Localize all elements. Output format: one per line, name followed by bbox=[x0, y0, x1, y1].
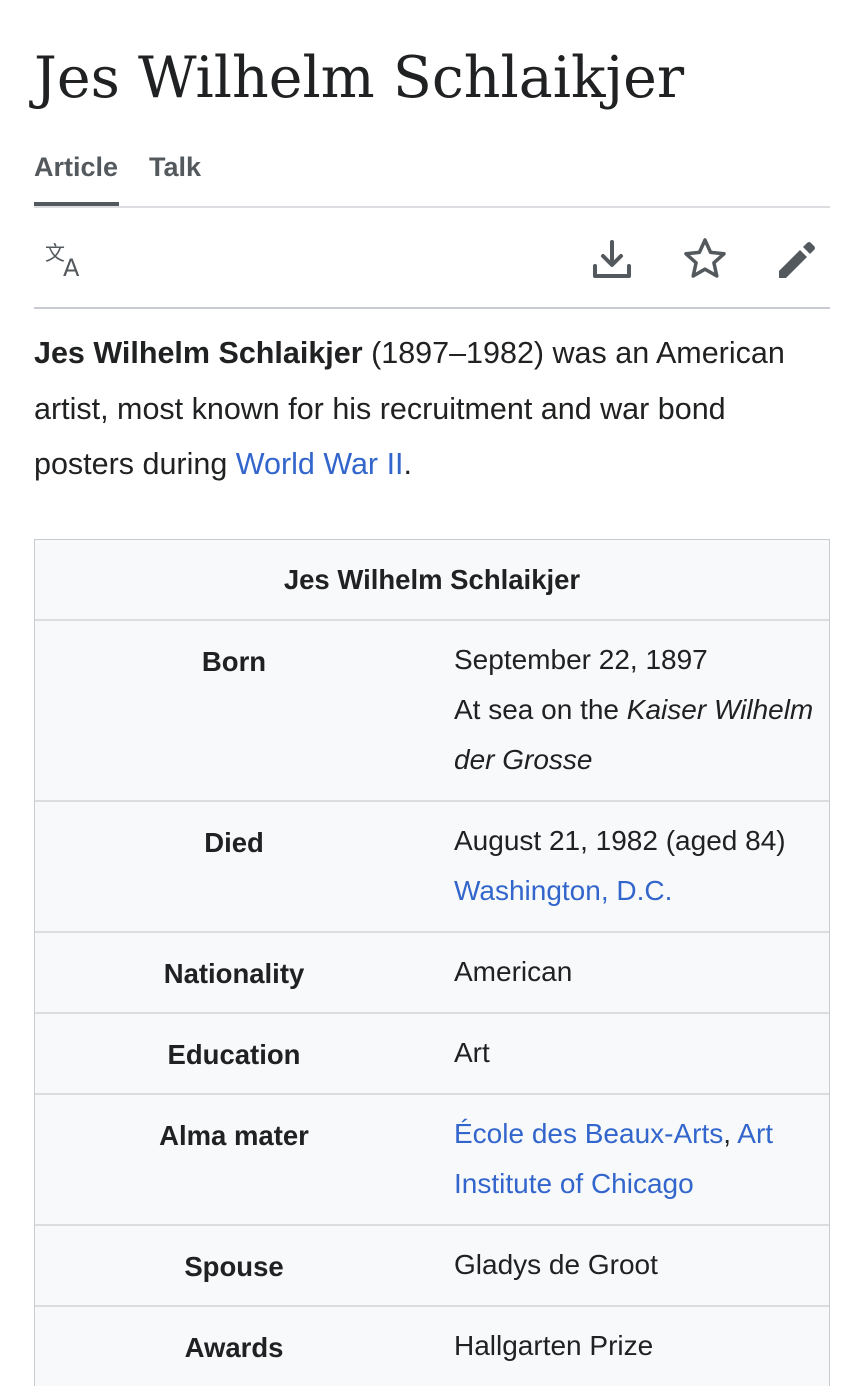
infobox-label-education: Education bbox=[167, 1039, 301, 1070]
died-date: August 21, 1982 (aged 84) bbox=[454, 825, 786, 856]
svg-text:A: A bbox=[63, 254, 80, 282]
edit-pencil-icon[interactable] bbox=[774, 236, 820, 282]
tab-article[interactable]: Article bbox=[34, 146, 119, 206]
born-place: At sea on the Kaiser Wilhelm der Grosse bbox=[454, 685, 824, 785]
infobox-label-spouse: Spouse bbox=[184, 1251, 284, 1282]
translate-icon[interactable]: 文 A bbox=[42, 236, 88, 282]
page-title: Jes Wilhelm Schlaikjer bbox=[34, 45, 685, 111]
born-place-prefix: At sea on the bbox=[454, 694, 627, 725]
infobox-label-born: Born bbox=[201, 646, 267, 677]
svg-text:文: 文 bbox=[45, 241, 65, 265]
page-actions-toolbar: 文 A bbox=[34, 208, 830, 309]
world-war-ii-link[interactable]: World War II bbox=[236, 447, 404, 481]
infobox-value-spouse: Gladys de Groot bbox=[454, 1249, 658, 1280]
ecole-des-beaux-arts-link[interactable]: École des Beaux-Arts bbox=[454, 1118, 723, 1149]
infobox: Jes Wilhelm Schlaikjer Born September 22… bbox=[34, 539, 830, 1386]
infobox-row-died: Died August 21, 1982 (aged 84) Washingto… bbox=[35, 802, 829, 933]
infobox-value-born: September 22, 1897 At sea on the Kaiser … bbox=[454, 635, 824, 785]
infobox-row-alma-mater: Alma mater École des Beaux-Arts, Art Ins… bbox=[35, 1095, 829, 1226]
infobox-label-died: Died bbox=[204, 827, 264, 858]
infobox-label-nationality: Nationality bbox=[163, 958, 305, 989]
infobox-value-alma-mater: École des Beaux-Arts, Art Institute of C… bbox=[454, 1109, 824, 1209]
infobox-row-spouse: Spouse Gladys de Groot bbox=[35, 1226, 829, 1307]
infobox-label-alma-mater: Alma mater bbox=[159, 1120, 309, 1151]
star-icon[interactable] bbox=[682, 236, 728, 282]
page-tabs: Article Talk bbox=[34, 146, 830, 208]
infobox-value-education: Art bbox=[454, 1037, 490, 1068]
download-icon[interactable] bbox=[589, 236, 635, 282]
infobox-row-awards: Awards Hallgarten Prize bbox=[35, 1307, 829, 1388]
lead-paragraph: Jes Wilhelm Schlaikjer (1897–1982) was a… bbox=[34, 326, 830, 493]
infobox-row-born: Born September 22, 1897 At sea on the Ka… bbox=[35, 621, 829, 802]
infobox-caption: Jes Wilhelm Schlaikjer bbox=[35, 540, 829, 621]
infobox-row-education: Education Art bbox=[35, 1014, 829, 1095]
born-date: September 22, 1897 bbox=[454, 644, 708, 675]
washington-dc-link[interactable]: Washington, D.C. bbox=[454, 875, 672, 906]
infobox-value-nationality: American bbox=[454, 956, 573, 987]
infobox-row-nationality: Nationality American bbox=[35, 933, 829, 1014]
alma-mater-separator: , bbox=[723, 1118, 738, 1149]
infobox-label-awards: Awards bbox=[184, 1332, 284, 1363]
tab-talk[interactable]: Talk bbox=[149, 146, 201, 204]
lead-text-end: . bbox=[403, 447, 412, 481]
lead-subject: Jes Wilhelm Schlaikjer bbox=[34, 336, 363, 370]
infobox-value-died: August 21, 1982 (aged 84) Washington, D.… bbox=[454, 816, 824, 916]
infobox-value-awards: Hallgarten Prize bbox=[454, 1330, 654, 1361]
